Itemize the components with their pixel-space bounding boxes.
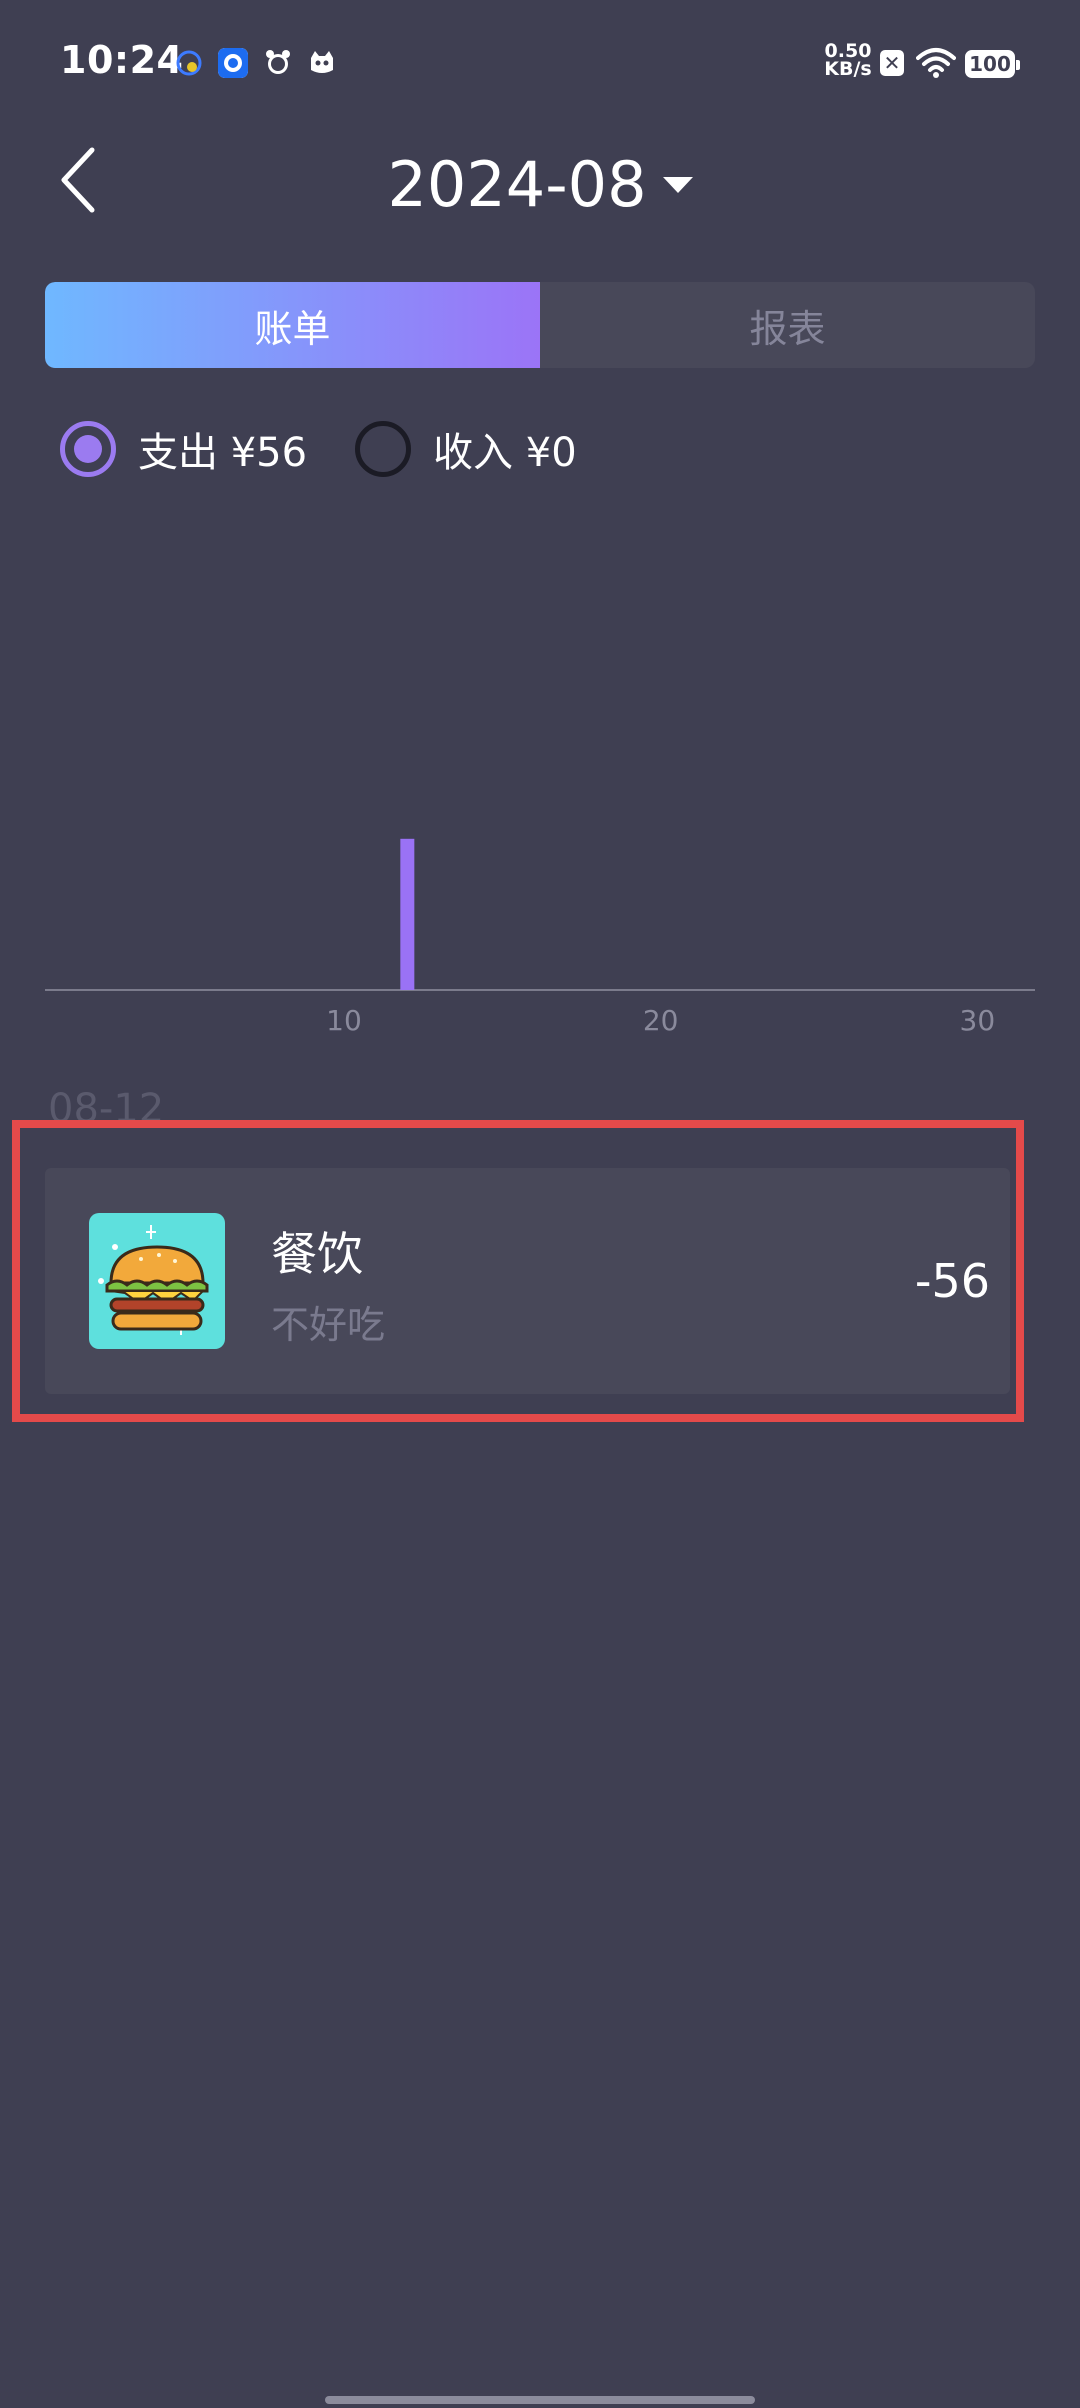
type-filter: 支出 ¥56 收入 ¥0 (60, 416, 625, 482)
income-label: 收入 ¥0 (433, 430, 577, 476)
status-bar: 10:24 0.50 KB/s ✕ 100 (0, 0, 1080, 120)
x-tick-label: 10 (326, 1004, 362, 1037)
radio-unselected-icon (355, 421, 412, 477)
net-speed-unit: KB/s (824, 58, 872, 80)
net-speed: 0.50 KB/s (820, 42, 876, 80)
page-title: 2024-08 (387, 148, 647, 221)
expense-radio[interactable]: 支出 ¥56 (60, 420, 307, 478)
tab-report[interactable]: 报表 (540, 282, 1035, 368)
battery-icon: 100 (965, 50, 1020, 78)
view-tabs: 账单 报表 (45, 282, 1035, 368)
x-tick-label: 30 (960, 1004, 996, 1037)
cat-face-icon (311, 51, 333, 73)
expense-label: 支出 ¥56 (138, 430, 308, 476)
alarm-icon (266, 50, 290, 74)
radio-selected-icon (60, 421, 116, 477)
close-box-icon: ✕ (880, 50, 904, 76)
month-picker[interactable]: 2024-08 (0, 148, 1080, 221)
daily-expense-chart: 10 20 30 (45, 838, 1035, 1037)
vpn-key-icon (176, 50, 202, 76)
wifi-icon (916, 48, 956, 78)
app-circle-icon (218, 48, 248, 78)
x-tick-label: 20 (643, 1004, 679, 1037)
income-radio[interactable]: 收入 ¥0 (355, 420, 577, 478)
chart-bar (400, 838, 415, 990)
screen: 10:24 0.50 KB/s ✕ 100 2024-08 账单 报表 支出 ¥… (0, 0, 1080, 2408)
status-time: 10:24 (60, 38, 184, 82)
home-indicator[interactable] (325, 2396, 755, 2404)
caret-down-icon (662, 176, 693, 193)
tab-bill[interactable]: 账单 (45, 282, 540, 368)
highlight-box (12, 1120, 1024, 1422)
